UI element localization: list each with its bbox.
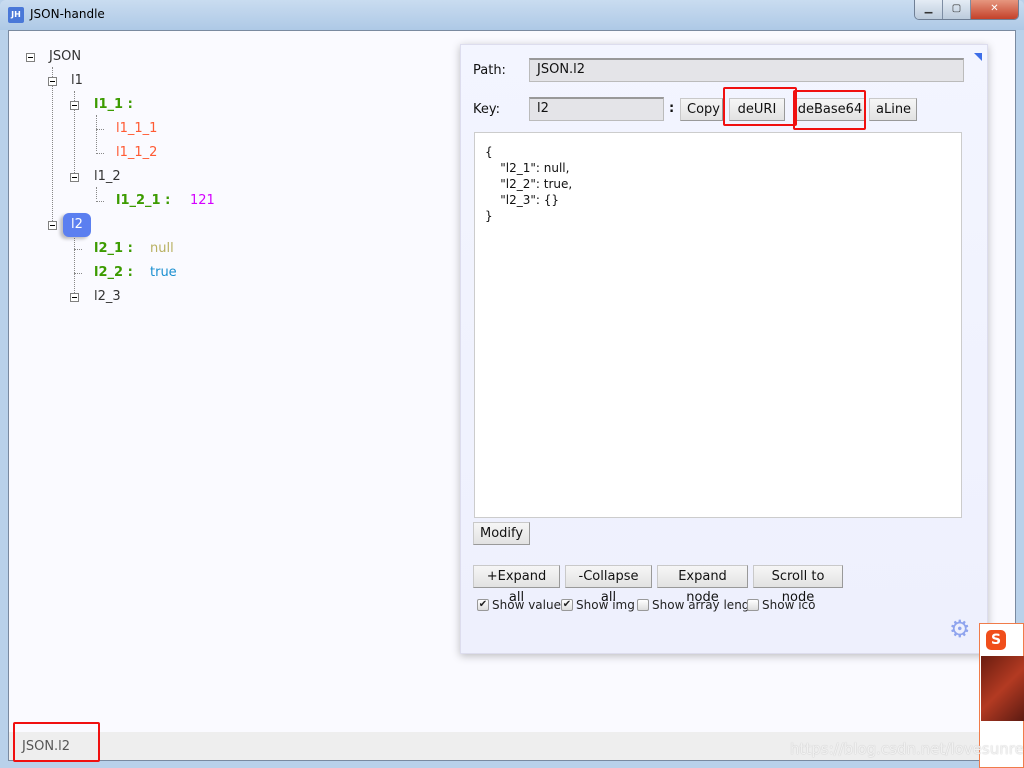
show-array-leng-checkbox[interactable]: Show array leng	[637, 598, 749, 612]
highlight-deuri	[723, 87, 797, 126]
expand-node-button[interactable]: Expand node	[657, 565, 748, 605]
path-input[interactable]: JSON.l2	[529, 58, 964, 82]
tree-node-l2_3[interactable]: l2_3	[94, 287, 121, 307]
show-ico-checkbox[interactable]: Show ico	[747, 598, 815, 612]
show-value-checkbox[interactable]: ✔ Show value	[477, 598, 561, 612]
collapse-all-button[interactable]: -Collapse all	[565, 565, 652, 605]
checkbox-unchecked-icon	[637, 599, 649, 611]
tree-value-l2_1: null	[150, 241, 174, 256]
tree-node-l2-selected[interactable]: l2	[63, 213, 91, 237]
tree-node-l1[interactable]: l1	[71, 71, 83, 91]
highlight-debase64	[793, 90, 866, 130]
toggle-l1[interactable]	[48, 77, 57, 86]
minimize-button[interactable]: ▁	[915, 0, 943, 19]
window-title: JSON-handle	[30, 7, 105, 21]
maximize-button[interactable]: ▢	[943, 0, 971, 19]
close-button[interactable]: ✕	[971, 0, 1018, 19]
close-icon: ✕	[990, 3, 999, 14]
toggle-l1_2[interactable]	[70, 173, 79, 182]
json-textarea[interactable]: { "l2_1": null, "l2_2": true, "l2_3": {}…	[474, 132, 962, 518]
title-bar: JH JSON-handle ▁ ▢ ✕	[0, 0, 1024, 30]
tree-node-l2_2[interactable]: l2_2 :	[94, 263, 133, 283]
ime-ad-image	[981, 656, 1024, 721]
key-colon: :	[669, 101, 675, 116]
maximize-icon: ▢	[951, 3, 962, 14]
checkbox-checked-icon: ✔	[561, 599, 573, 611]
minimize-icon: ▁	[924, 3, 933, 14]
tree-value-l2_2: true	[150, 265, 177, 280]
checkbox-checked-icon: ✔	[477, 599, 489, 611]
tree-node-json[interactable]: JSON	[49, 47, 81, 67]
tree-node-l1_1_1[interactable]: l1_1_1	[116, 119, 157, 139]
aline-button[interactable]: aLine	[869, 98, 917, 121]
path-label: Path:	[473, 63, 506, 78]
key-input[interactable]: l2	[529, 97, 664, 121]
expand-all-button[interactable]: +Expand all	[473, 565, 560, 605]
show-img-checkbox[interactable]: ✔ Show img	[561, 598, 635, 612]
client-area: JSON l1 l1_1 : l1_1_1 l1_1_2 l1_2 l1_2_1…	[8, 30, 1016, 761]
tree-node-l1_1_2[interactable]: l1_1_2	[116, 143, 157, 163]
toggle-json[interactable]	[26, 53, 35, 62]
panel-collapse-icon[interactable]	[974, 53, 982, 61]
app-icon: JH	[8, 7, 24, 23]
detail-panel: Path: JSON.l2 Key: l2 : Copy deURI deBas…	[460, 44, 988, 654]
tree-node-l1_1[interactable]: l1_1 :	[94, 95, 133, 115]
tree-node-l1_2_1[interactable]: l1_2_1 :	[116, 191, 170, 211]
tree-node-l2_1[interactable]: l2_1 :	[94, 239, 133, 259]
key-label: Key:	[473, 102, 501, 117]
modify-button[interactable]: Modify	[473, 522, 530, 545]
toggle-l1_1[interactable]	[70, 101, 79, 110]
highlight-status-path	[13, 722, 100, 762]
toggle-l2[interactable]	[48, 221, 57, 230]
toggle-l2_3[interactable]	[70, 293, 79, 302]
tree-node-l1_2[interactable]: l1_2	[94, 167, 121, 187]
tree-value-l1_2_1: 121	[190, 193, 215, 208]
checkbox-unchecked-icon	[747, 599, 759, 611]
scroll-to-node-button[interactable]: Scroll to node	[753, 565, 843, 605]
watermark: https://blog.csdn.net/lovesunren	[790, 740, 1024, 758]
copy-button[interactable]: Copy	[680, 98, 723, 121]
sogou-logo-icon: S	[986, 630, 1006, 650]
gear-icon[interactable]: ⚙	[949, 615, 971, 643]
